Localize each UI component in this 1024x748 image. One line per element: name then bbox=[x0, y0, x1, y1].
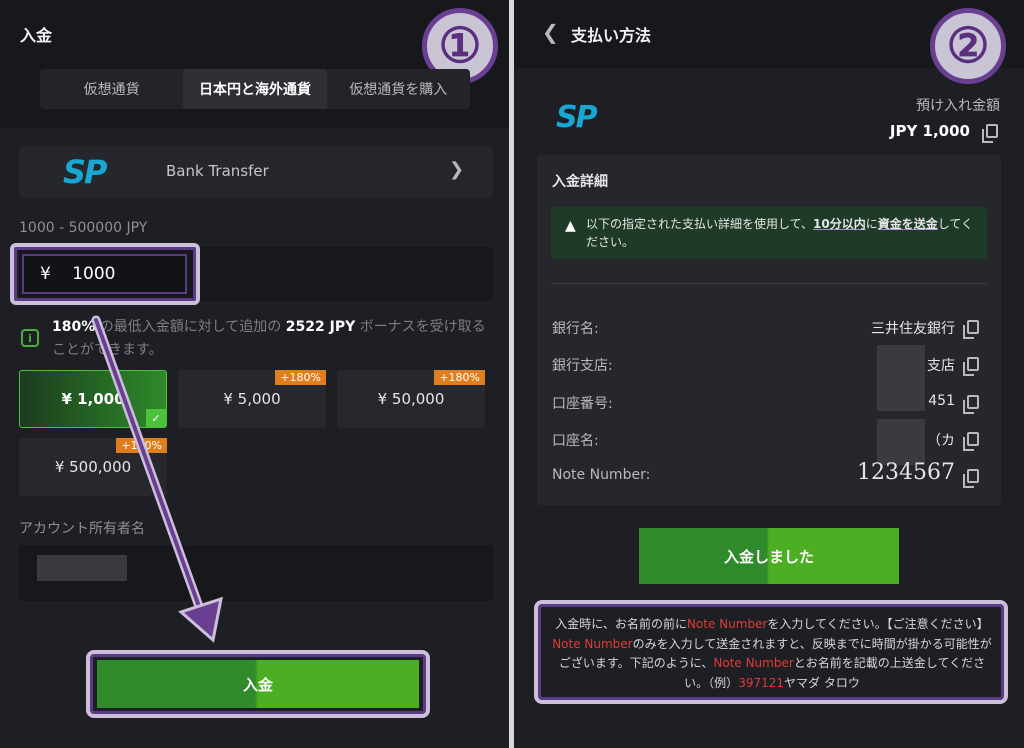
copy-icon[interactable] bbox=[963, 469, 979, 488]
warning-time: 10分以内 bbox=[813, 217, 866, 231]
deposit-done-button[interactable]: 入金しました bbox=[639, 528, 899, 584]
note-number-label: Note Number: bbox=[552, 467, 651, 483]
copy-icon[interactable] bbox=[982, 124, 998, 143]
warning-text: 以下の指定された支払い詳細を使用して、10分以内に資金を送金してください。 bbox=[586, 215, 981, 251]
deposit-panel: 入金 ① 仮想通貨 日本円と海外通貨 仮想通貨を購入 SP Bank Trans… bbox=[0, 0, 509, 748]
account-name-label: 口座名: bbox=[552, 433, 599, 449]
payment-method-panel: ❮ 支払い方法 ② SP 預け入れ金額 JPY 1,000 入金詳細 ▲ 以下の… bbox=[514, 0, 1024, 748]
account-name-value: （カ bbox=[927, 433, 955, 449]
deposit-details-card: 入金詳細 ▲ 以下の指定された支払い詳細を使用して、10分以内に資金を送金してく… bbox=[537, 155, 1001, 505]
branch-label: 銀行支店: bbox=[552, 358, 613, 374]
sp-logo: SP bbox=[556, 100, 598, 135]
annotation-arrow bbox=[91, 315, 223, 643]
notice-text: 入金時に、お名前の前にNote Numberを入力してください。【ご注意ください… bbox=[548, 615, 996, 693]
note-number-value: 1234567 bbox=[857, 460, 955, 485]
notice-part: を入力してください。【ご注意ください】 bbox=[767, 617, 989, 631]
warning-pre: 以下の指定された支払い詳細を使用して、 bbox=[586, 217, 814, 231]
example-number: 397121 bbox=[738, 675, 784, 690]
warning-box: ▲ 以下の指定された支払い詳細を使用して、10分以内に資金を送金してください。 bbox=[551, 207, 987, 259]
account-number-label: 口座番号: bbox=[552, 396, 613, 412]
copy-icon[interactable] bbox=[963, 432, 979, 451]
note-number-emph: Note Number bbox=[686, 617, 768, 631]
details-title: 入金詳細 bbox=[552, 174, 608, 190]
page-title: 支払い方法 bbox=[571, 26, 652, 45]
warning-transfer: 資金を送金 bbox=[877, 217, 938, 231]
step-two-badge: ② bbox=[930, 8, 1006, 84]
copy-icon[interactable] bbox=[963, 395, 979, 414]
example-name: ヤマダ タロウ bbox=[784, 675, 860, 690]
notice-part: 入金時に、お名前の前に bbox=[555, 617, 687, 631]
warning-icon: ▲ bbox=[565, 218, 576, 234]
account-number-value: 451 bbox=[928, 393, 955, 409]
deposit-amount: JPY 1,000 bbox=[889, 122, 970, 140]
copy-icon[interactable] bbox=[963, 320, 979, 339]
bank-name-value: 三井住友銀行 bbox=[871, 321, 955, 337]
note-number-emph: Note Number bbox=[713, 656, 794, 670]
redacted-info bbox=[877, 419, 925, 465]
divider bbox=[551, 283, 987, 284]
bank-name-label: 銀行名: bbox=[552, 321, 599, 337]
copy-icon[interactable] bbox=[963, 357, 979, 376]
chevron-left-icon[interactable]: ❮ bbox=[542, 20, 559, 44]
deposit-amount-label: 預け入れ金額 bbox=[916, 98, 1000, 114]
warning-mid: に bbox=[865, 217, 878, 231]
note-number-emph: Note Number bbox=[552, 636, 633, 651]
branch-value: 支店 bbox=[927, 358, 955, 374]
redacted-info bbox=[877, 345, 925, 411]
